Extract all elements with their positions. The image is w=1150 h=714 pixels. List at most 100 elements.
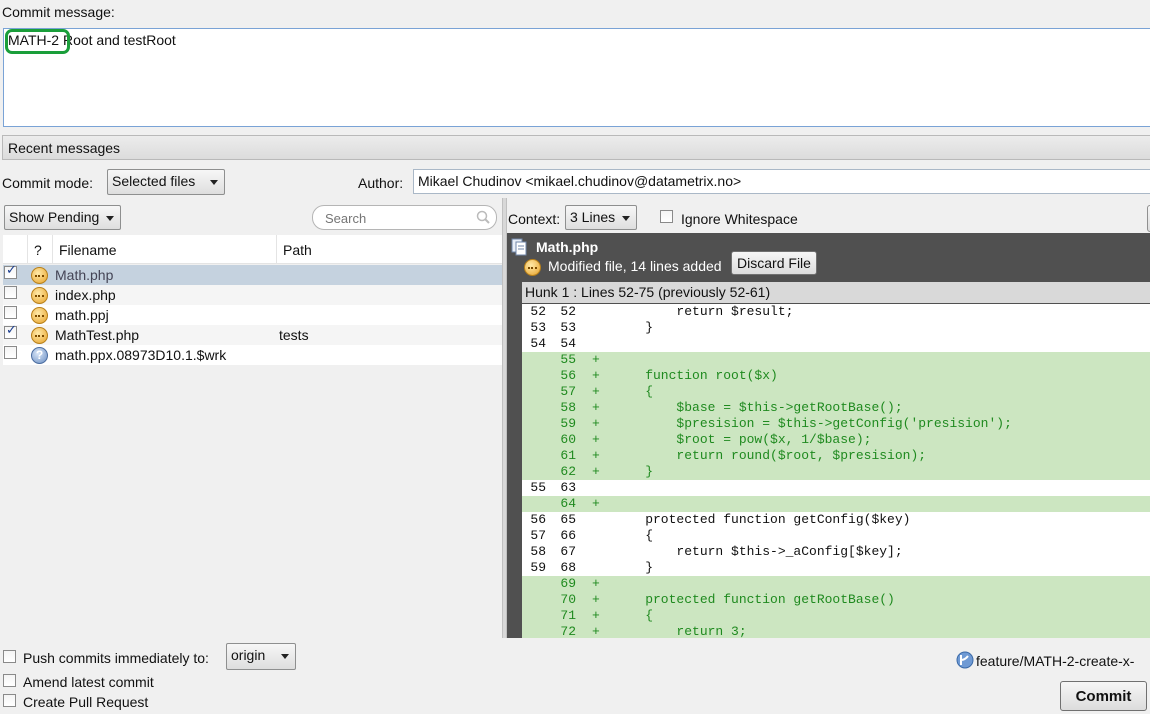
push-remote-select[interactable]: origin <box>226 643 296 670</box>
diff-pane: Math.php Modified file, 14 lines added D… <box>507 233 1150 638</box>
column-header-status[interactable]: ? <box>28 235 53 264</box>
column-header-check[interactable] <box>3 235 28 264</box>
context-value: 3 Lines <box>570 209 616 225</box>
line-code: $base = $this->getRootBase(); <box>614 400 903 415</box>
new-line-number: 59 <box>560 416 576 431</box>
file-name: math.ppj <box>55 307 109 323</box>
line-code: function root($x) <box>614 368 778 383</box>
new-line-number: 57 <box>560 384 576 399</box>
diff-line: 55 63 <box>522 480 1150 496</box>
line-code: return $result; <box>614 304 794 319</box>
push-commits-checkbox[interactable] <box>3 650 16 663</box>
file-checkbox[interactable] <box>4 306 17 319</box>
line-code: $root = pow($x, 1/$base); <box>614 432 872 447</box>
diff-line-added: 71 + { <box>522 608 1150 624</box>
modified-status-icon <box>31 287 48 304</box>
old-line-number: 57 <box>530 528 546 543</box>
diff-line-added: 57 + { <box>522 384 1150 400</box>
new-line-number: 54 <box>560 336 576 351</box>
issue-key-highlight <box>5 29 70 54</box>
diff-line-added: 60 + $root = pow($x, 1/$base); <box>522 432 1150 448</box>
diff-line: 57 66 { <box>522 528 1150 544</box>
ignore-whitespace-checkbox[interactable] <box>660 210 673 223</box>
file-checkbox[interactable] <box>4 346 17 359</box>
change-marker: + <box>592 624 600 638</box>
recent-messages-dropdown[interactable]: Recent messages <box>2 135 1150 160</box>
branch-name: feature/MATH-2-create-x- <box>976 653 1135 669</box>
new-line-number: 71 <box>560 608 576 623</box>
push-remote-value: origin <box>231 647 266 663</box>
file-filter-select[interactable]: Show Pending <box>4 205 121 230</box>
file-row[interactable]: math.ppj <box>3 305 502 325</box>
old-line-number: 55 <box>530 480 546 495</box>
new-line-number: 62 <box>560 464 576 479</box>
change-marker: + <box>592 496 600 511</box>
change-marker: + <box>592 416 600 431</box>
diff-line-added: 55 + <box>522 352 1150 368</box>
new-line-number: 68 <box>560 560 576 575</box>
discard-file-button[interactable]: Discard File <box>731 251 817 275</box>
search-input[interactable] <box>323 209 472 228</box>
commit-mode-select[interactable]: Selected files <box>107 169 225 195</box>
amend-commit-checkbox[interactable] <box>3 674 16 687</box>
line-code: return $this->_aConfig[$key]; <box>614 544 903 559</box>
chevron-down-icon <box>622 216 630 221</box>
context-label: Context: <box>508 211 561 227</box>
column-header-path[interactable]: Path <box>277 235 502 264</box>
new-line-number: 66 <box>560 528 576 543</box>
commit-button[interactable]: Commit <box>1060 681 1147 711</box>
column-header-filename[interactable]: Filename <box>53 235 277 264</box>
recent-messages-label: Recent messages <box>8 140 121 156</box>
file-name: Math.php <box>55 267 114 283</box>
new-line-number: 53 <box>560 320 576 335</box>
diff-lines: 52 52 return $result; 53 53 } 54 54 55 +56 + fun… <box>522 304 1150 638</box>
branch-icon <box>956 651 974 669</box>
hunk-header: Hunk 1 : Lines 52-75 (previously 52-61) <box>522 282 1150 303</box>
file-row[interactable]: MathTest.php tests <box>3 323 502 345</box>
new-line-number: 61 <box>560 448 576 463</box>
file-row[interactable]: index.php <box>3 285 502 305</box>
chevron-down-icon <box>106 216 114 221</box>
modified-status-icon <box>31 327 48 344</box>
new-line-number: 60 <box>560 432 576 447</box>
file-row[interactable]: Math.php <box>3 263 502 285</box>
diff-line-added: 70 + protected function getRootBase() <box>522 592 1150 608</box>
amend-commit-label: Amend latest commit <box>23 674 154 690</box>
diff-line: 58 67 return $this->_aConfig[$key]; <box>522 544 1150 560</box>
new-line-number: 55 <box>560 352 576 367</box>
commit-message-input[interactable]: MATH-2 Root and testRoot <box>3 28 1150 127</box>
create-pull-request-label: Create Pull Request <box>23 694 149 710</box>
file-filter-value: Show Pending <box>9 209 100 225</box>
old-line-number: 56 <box>530 512 546 527</box>
diff-line-added: 59 + $presision = $this->getConfig('presi… <box>522 416 1150 432</box>
line-code: $presision = $this->getConfig('presision… <box>614 416 1012 431</box>
line-code: protected function getConfig($key) <box>614 512 911 527</box>
file-checkbox[interactable] <box>4 263 17 279</box>
diff-line: 59 68 } <box>522 560 1150 576</box>
diff-line-added: 69 + <box>522 576 1150 592</box>
search-field[interactable] <box>312 205 497 230</box>
file-checkbox[interactable] <box>4 286 17 299</box>
diff-line-added: 61 + return round($root, $presision); <box>522 448 1150 464</box>
create-pull-request-checkbox[interactable] <box>3 694 16 707</box>
file-name: MathTest.php <box>55 327 140 343</box>
line-code: { <box>614 608 654 623</box>
line-code: protected function getRootBase() <box>614 592 895 607</box>
file-row[interactable]: ? math.ppx.08973D10.1.$wrk <box>3 345 502 365</box>
unknown-status-icon: ? <box>31 347 48 364</box>
author-field[interactable]: Mikael Chudinov <mikael.chudinov@datamet… <box>413 169 1150 194</box>
new-line-number: 63 <box>560 480 576 495</box>
file-checkbox[interactable] <box>4 323 17 339</box>
ignore-whitespace-label: Ignore Whitespace <box>681 211 798 227</box>
push-commits-label: Push commits immediately to: <box>23 650 209 666</box>
file-name: math.ppx.08973D10.1.$wrk <box>55 347 227 363</box>
new-line-number: 65 <box>560 512 576 527</box>
old-line-number: 52 <box>530 304 546 319</box>
file-icon <box>511 238 527 256</box>
old-line-number: 59 <box>530 560 546 575</box>
context-select[interactable]: 3 Lines <box>565 205 637 230</box>
diff-file-name: Math.php <box>536 239 599 255</box>
change-marker: + <box>592 464 600 479</box>
old-line-number: 58 <box>530 544 546 559</box>
new-line-number: 58 <box>560 400 576 415</box>
